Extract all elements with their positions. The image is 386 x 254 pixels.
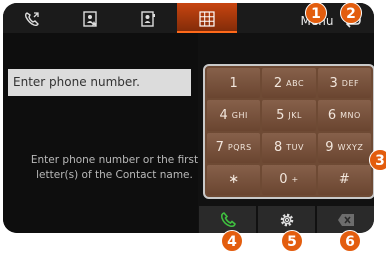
key-letters: ABC	[286, 78, 305, 88]
key-letters: TUV	[286, 143, 304, 153]
contacts-icon	[141, 11, 155, 27]
phone-number-input[interactable]	[8, 69, 191, 96]
key-letters: MNO	[340, 110, 361, 120]
keypad-key[interactable]: 8 TUV	[262, 132, 316, 163]
key-letters: JKL	[288, 110, 302, 120]
callout-badge-1: 1	[305, 2, 327, 24]
dial-pad-icon	[199, 11, 215, 27]
key-letters: DEF	[341, 78, 360, 88]
key-digit: ∗	[228, 172, 240, 188]
keypad-key[interactable]: 0 +	[262, 164, 316, 195]
key-digit: 4	[219, 107, 228, 123]
key-digit: 5	[276, 107, 285, 123]
key-digit: 3	[329, 75, 338, 91]
keypad-key[interactable]: 5 JKL	[262, 100, 316, 131]
tab-favorites[interactable]	[61, 3, 119, 33]
bottom-action-bar	[199, 206, 374, 233]
key-letters: WXYZ	[337, 143, 364, 153]
keypad-key[interactable]: 2 ABC	[262, 68, 316, 99]
call-button[interactable]	[199, 206, 256, 233]
keypad-key[interactable]: 6 MNO	[317, 100, 371, 131]
callout-badge-6: 6	[339, 230, 361, 252]
phone-dialer-screen: Menu Enter phone number or the first let…	[3, 3, 374, 233]
tab-call-history[interactable]	[3, 3, 61, 33]
keypad-key[interactable]: 7 PQRS	[207, 132, 261, 163]
call-icon	[220, 211, 236, 227]
keypad-key[interactable]: 1	[207, 68, 261, 99]
left-panel	[3, 33, 198, 233]
tab-contacts[interactable]	[119, 3, 177, 33]
backspace-icon	[337, 213, 354, 226]
callout-badge-3: 3	[369, 149, 386, 171]
key-digit: 1	[229, 75, 238, 91]
key-digit: 6	[327, 107, 337, 123]
key-digit: 8	[273, 140, 283, 156]
keypad-key[interactable]: ∗	[207, 164, 261, 195]
callout-badge-2: 2	[340, 2, 362, 24]
key-letters: GHI	[231, 110, 248, 120]
helper-text: Enter phone number or the first letter(s…	[30, 154, 199, 181]
keypad-key[interactable]: #	[317, 164, 371, 195]
keypad: 1 2 ABC 3 DEF 4 GHI 5 JKL 6 MNO 7 PQRS 8 TUV 9 WXYZ ∗ 0 + #	[203, 64, 374, 199]
key-letters: +	[291, 175, 299, 185]
key-digit: 2	[273, 75, 283, 91]
call-history-icon	[24, 12, 39, 27]
favorites-contacts-icon	[83, 11, 97, 27]
backspace-button[interactable]	[317, 206, 374, 233]
callout-badge-4: 4	[221, 230, 243, 252]
key-letters: PQRS	[227, 143, 252, 153]
callout-badge-5: 5	[281, 230, 303, 252]
settings-icon	[280, 213, 293, 226]
key-digit: #	[338, 172, 350, 188]
tab-dial-pad[interactable]	[177, 3, 237, 33]
key-digit: 9	[325, 140, 334, 156]
keypad-key[interactable]: 3 DEF	[317, 68, 371, 99]
key-digit: 0	[279, 172, 288, 188]
keypad-key[interactable]: 9 WXYZ	[317, 132, 371, 163]
keypad-key[interactable]: 4 GHI	[207, 100, 261, 131]
settings-button[interactable]	[258, 206, 315, 233]
key-digit: 7	[215, 140, 224, 156]
